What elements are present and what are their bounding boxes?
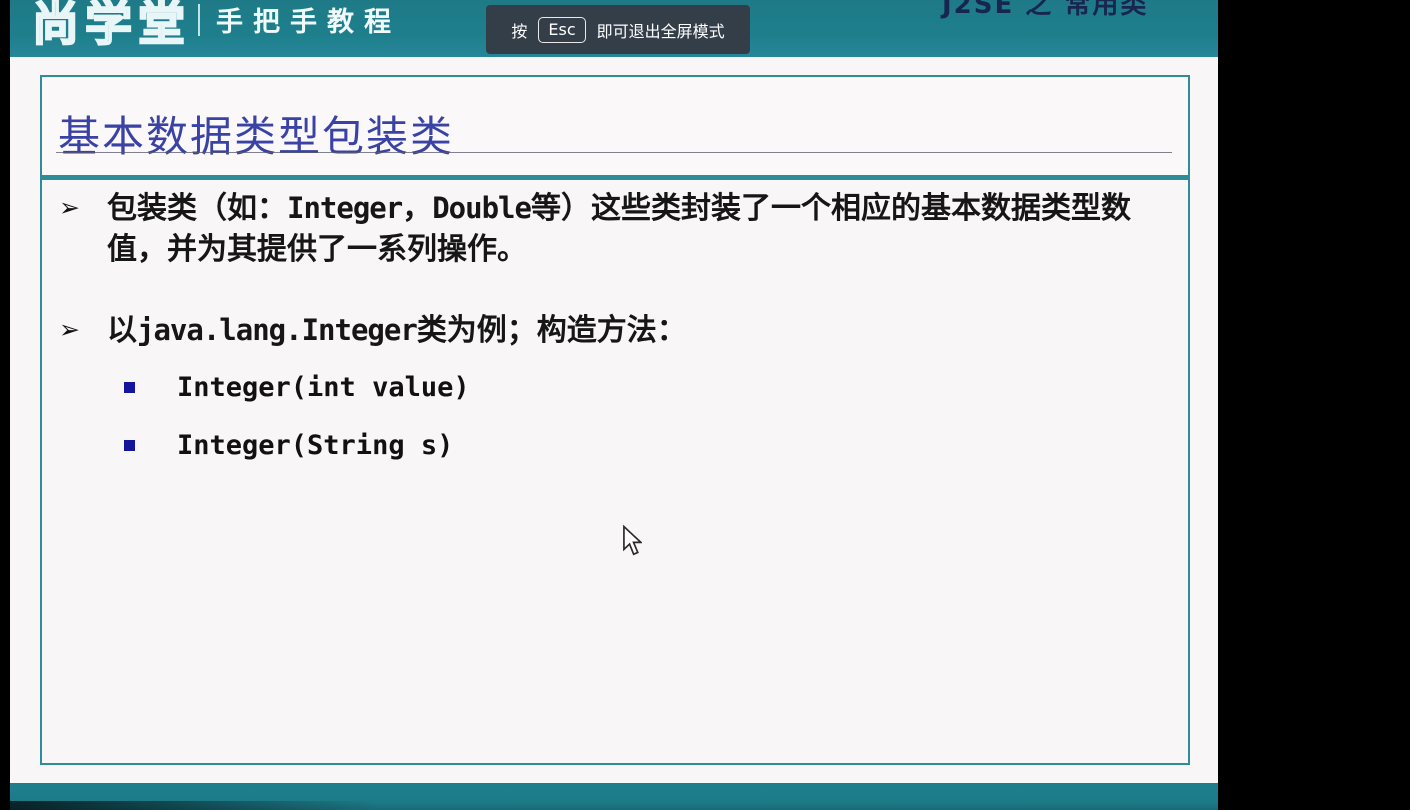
- footer-bar: [10, 783, 1218, 810]
- esc-key-badge: Esc: [538, 16, 586, 43]
- bullet-arrow-icon: ➢: [59, 193, 80, 222]
- tooltip-suffix: 即可退出全屏模式: [596, 21, 725, 41]
- brand-tagline: 手把手教程: [216, 7, 401, 38]
- slide-body-box: ➢ 包装类（如：Integer，Double等）这些类封装了一个相应的基本数据类型…: [40, 177, 1190, 765]
- brand-logo: 尚学堂: [31, 0, 191, 53]
- constructor-signature: Integer(int value): [177, 372, 470, 403]
- fullscreen-exit-tooltip: 按 Esc 即可退出全屏模式: [486, 5, 750, 54]
- title-underline: [56, 152, 1172, 153]
- slide-canvas: 基本数据类型包装类 ➢ 包装类（如：Integer，Double等）这些类封装了一…: [10, 57, 1218, 783]
- sub-bullet-item: Integer(int value): [42, 372, 470, 403]
- bullet-text: 以java.lang.Integer类为例；构造方法：: [107, 313, 687, 348]
- bullet-text: 包装类（如：Integer，Double等）这些类封装了一个相应的基本数据类型数…: [107, 191, 1131, 267]
- bullet-item: ➢ 包装类（如：Integer，Double等）这些类封装了一个相应的基本数据类型…: [42, 188, 1172, 270]
- logo-separator: [198, 4, 200, 36]
- constructor-signature: Integer(String s): [177, 430, 454, 461]
- tooltip-prefix: 按: [511, 21, 528, 41]
- bullet-arrow-icon: ➢: [59, 315, 80, 344]
- mouse-cursor-icon: [623, 525, 642, 556]
- slide-title: 基本数据类型包装类: [58, 112, 455, 161]
- square-bullet-icon: [124, 440, 135, 451]
- footer-shadow: [10, 801, 380, 810]
- slide-title-box: 基本数据类型包装类: [40, 75, 1190, 177]
- video-surface[interactable]: 尚学堂 手把手教程 J2SE 之 常用类 按 Esc 即可退出全屏模式 基本数据…: [10, 0, 1218, 810]
- square-bullet-icon: [124, 382, 135, 393]
- header-bar: 尚学堂 手把手教程 J2SE 之 常用类 按 Esc 即可退出全屏模式: [10, 0, 1218, 57]
- sub-bullet-item: Integer(String s): [42, 430, 453, 461]
- course-title: J2SE 之 常用类: [942, 0, 1149, 20]
- bullet-item: ➢ 以java.lang.Integer类为例；构造方法：: [42, 310, 1172, 351]
